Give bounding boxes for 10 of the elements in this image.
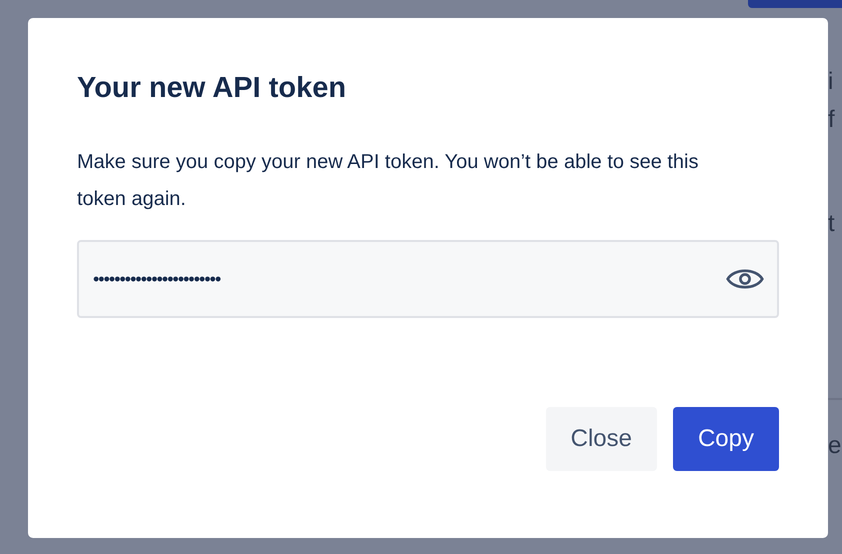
background-text: i bbox=[828, 68, 834, 96]
token-field[interactable]: •••••••••••••••••••••••• bbox=[77, 240, 779, 318]
background-text: f bbox=[828, 106, 835, 134]
dialog-title: Your new API token bbox=[77, 71, 348, 106]
close-button[interactable]: Close bbox=[546, 407, 657, 471]
background-text: e bbox=[828, 432, 842, 460]
token-value: •••••••••••••••••••••••• bbox=[93, 268, 220, 290]
dialog-message: Make sure you copy your new API token. You won’t be able to see this token again. bbox=[77, 150, 700, 212]
background-text: t bbox=[828, 210, 835, 238]
copy-button[interactable]: Copy bbox=[672, 407, 779, 471]
